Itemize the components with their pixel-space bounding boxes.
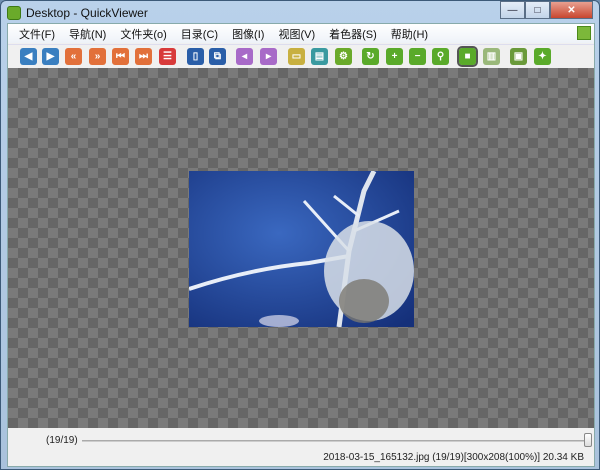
file-info: 2018-03-15_165132.jpg (19/19)[300x208(10… xyxy=(323,452,584,463)
page-slider-thumb[interactable] xyxy=(584,433,592,447)
image-photo xyxy=(189,171,414,327)
magnify-icon[interactable]: ⚲ xyxy=(432,48,449,65)
menu-item[interactable]: 图像(I) xyxy=(225,26,271,42)
prev-icon[interactable]: ◀ xyxy=(20,48,37,65)
page-position: (19/19) xyxy=(46,435,78,446)
app-icon xyxy=(7,6,21,20)
menu-item[interactable]: 着色器(S) xyxy=(322,26,384,42)
maximize-button[interactable]: □ xyxy=(525,1,550,19)
rotate-icon[interactable]: ↻ xyxy=(362,48,379,65)
menu-item[interactable]: 导航(N) xyxy=(62,26,113,42)
catalog-icon[interactable]: ▤ xyxy=(311,48,328,65)
menu-item[interactable]: 视图(V) xyxy=(271,26,322,42)
menu-item[interactable]: 目录(C) xyxy=(174,26,225,42)
dual-page-icon[interactable]: ▥ xyxy=(483,48,500,65)
page-slider[interactable] xyxy=(82,440,586,442)
page-prev-icon[interactable]: ◂ xyxy=(236,48,253,65)
title-bar: Desktop - QuickViewer xyxy=(7,4,148,22)
settings-icon[interactable]: ⚙ xyxy=(335,48,352,65)
close-button[interactable]: ✕ xyxy=(550,1,593,19)
list-icon[interactable]: ☰ xyxy=(159,48,176,65)
menu-item[interactable]: 帮助(H) xyxy=(384,26,435,42)
client-area: 文件(F) 导航(N) 文件夹(o) 目录(C) 图像(I) 视图(V) 着色器(S) 帮助(… xyxy=(7,23,595,467)
first-icon[interactable]: ⏮ xyxy=(112,48,129,65)
menu-bar: 文件(F) 导航(N) 文件夹(o) 目录(C) 图像(I) 视图(V) 着色器(S) 帮助(… xyxy=(8,24,594,43)
pin-icon[interactable]: ✦ xyxy=(534,48,551,65)
open-file-icon[interactable]: ▯ xyxy=(187,48,204,65)
copy-icon[interactable]: ⧉ xyxy=(209,48,226,65)
menu-item[interactable]: 文件夹(o) xyxy=(113,26,173,42)
window-title: Desktop - QuickViewer xyxy=(26,6,148,20)
app-window: Desktop - QuickViewer — □ ✕ 文件(F) 导航(N) 文件… xyxy=(0,0,600,470)
zoom-out-icon[interactable]: − xyxy=(409,48,426,65)
minimize-button[interactable]: — xyxy=(500,1,525,19)
folder-icon[interactable]: ▭ xyxy=(288,48,305,65)
toolbar: ◀ ▶ « » ⏮ ⏭ ☰ ▯ ⧉ ◂ ▸ ▭ ▤ ⚙ ↻ + − ⚲ ■ ▥ ▣ ✦ xyxy=(8,44,594,68)
page-next-icon[interactable]: ▸ xyxy=(260,48,277,65)
next-icon[interactable]: ▶ xyxy=(42,48,59,65)
single-page-icon[interactable]: ■ xyxy=(457,46,478,67)
slideshow-icon[interactable]: ▣ xyxy=(510,48,527,65)
fast-forward-icon[interactable]: » xyxy=(89,48,106,65)
image-canvas[interactable] xyxy=(8,68,594,428)
zoom-in-icon[interactable]: + xyxy=(386,48,403,65)
rewind-icon[interactable]: « xyxy=(65,48,82,65)
fullscreen-icon[interactable] xyxy=(577,26,591,40)
last-icon[interactable]: ⏭ xyxy=(135,48,152,65)
menu-item[interactable]: 文件(F) xyxy=(12,26,62,42)
status-bar: (19/19) 2018-03-15_165132.jpg (19/19)[30… xyxy=(8,428,594,466)
